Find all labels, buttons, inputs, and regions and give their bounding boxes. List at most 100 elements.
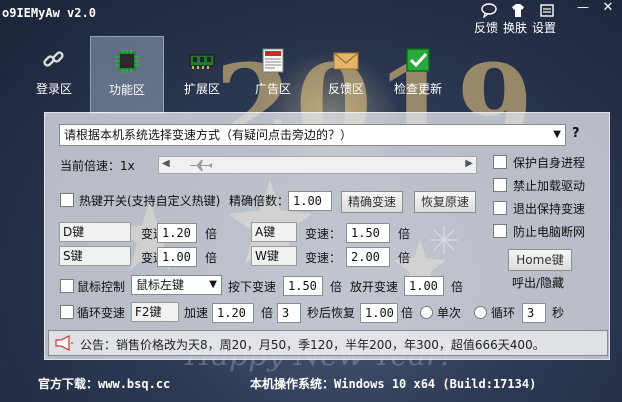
d-key-field[interactable]: D键 [59,222,131,242]
slider-left-arrow[interactable]: ◀ [162,158,170,169]
link-icon [43,51,64,67]
hotkey-toggle-checkbox[interactable] [60,193,74,207]
loop-speed-label: 循环变速 [77,306,126,320]
option-label: 防止电脑断网 [513,225,586,239]
home-key-caption: 呼出/隐藏 [512,276,565,290]
a-key-speed-label: 变速： [305,227,342,241]
accel-input[interactable]: 1.20 [212,303,254,323]
mouse-control-checkbox[interactable] [60,279,74,293]
press-speed-input[interactable]: 1.50 [283,276,323,296]
settings-action[interactable]: 设置 [532,2,563,36]
notice-text: 公告：销售价格改为天8，周20，月50，季120，半年200，年300，超值66… [80,338,545,352]
precise-multiplier-label: 精确倍数： [229,194,290,208]
skin-action[interactable]: 换肤 [503,2,534,36]
speed-mode-select[interactable]: 请根据本机系统选择变速方式（有疑问点击旁边的？） ▼ [59,124,566,146]
restore-value-input[interactable]: 1.00 [360,303,398,323]
loop-interval-input[interactable]: 3 [522,303,546,323]
minimize-button[interactable]: — [572,0,594,18]
chevron-down-icon: ▼ [553,129,561,140]
release-speed-label: 放开变速 [350,280,399,294]
os-value: Windows 10 x64 (Build:17134) [334,377,537,391]
tab-extensions[interactable]: 扩展区 [165,36,239,114]
d-key-unit: 倍 [205,227,218,241]
current-speed-label: 当前倍速：1x [60,159,135,173]
tab-label: 反馈区 [327,82,364,96]
checkbox[interactable] [493,224,507,238]
skin-icon [512,4,524,17]
help-button[interactable]: ? [572,126,580,141]
restore-unit: 倍 [401,306,414,320]
option-label: 禁止加载驱动 [513,179,586,193]
press-speed-unit: 倍 [330,280,343,294]
once-label: 单次 [437,306,462,320]
skin-label: 换肤 [503,21,528,35]
s-key-speed-input[interactable]: 1.00 [157,247,197,267]
checkbox[interactable] [493,155,507,169]
airplane-icon[interactable] [189,159,213,172]
close-button[interactable]: ✕ [597,0,619,18]
tab-label: 扩展区 [183,82,220,96]
settings-label: 设置 [532,21,557,35]
notice-bar: 公告：销售价格改为天8，周20，月50，季120，半年200，年300，超值66… [48,330,608,356]
tab-label: 功能区 [108,83,145,97]
once-radio[interactable] [420,306,433,319]
tab-functions[interactable]: 功能区 [90,36,164,114]
option-label: 保护自身进程 [513,156,586,170]
window-title: o9IEMyAw v2.0 [2,6,96,20]
speed-slider[interactable]: ◀ ▶ [158,156,477,174]
feedback-label: 反馈 [474,21,499,35]
precise-multiplier-input[interactable]: 1.00 [288,191,332,211]
loop-radio[interactable] [474,306,487,319]
option-label: 退出保持变速 [513,202,586,216]
press-speed-label: 按下变速 [228,280,277,294]
tab-login[interactable]: 登录区 [17,36,91,114]
slider-right-arrow[interactable]: ▶ [465,158,473,169]
speed-mode-value: 请根据本机系统选择变速方式（有疑问点击旁边的？） [64,128,353,142]
accel-unit: 倍 [261,306,274,320]
home-key-button[interactable]: Home键 [508,249,572,271]
tab-feedback[interactable]: 反馈区 [309,36,383,114]
tab-ads[interactable]: 广告区 [236,36,310,114]
loop-label: 循环 [491,306,516,320]
tab-check-update[interactable]: 检查更新 [381,36,455,114]
w-key-unit: 倍 [398,251,411,265]
mouse-button-value: 鼠标左键 [136,278,185,292]
memory-icon [189,54,215,69]
s-key-unit: 倍 [205,251,218,265]
accel-label: 加速 [184,306,209,320]
checkmark-icon [406,48,430,72]
hotkey-toggle-label: 热键开关(支持自定义热键) [79,194,221,208]
loop-key-field[interactable]: F2键 [131,302,179,322]
w-key-speed-label: 变速： [305,251,342,265]
loop-speed-checkbox[interactable] [60,305,74,319]
release-speed-unit: 倍 [451,280,464,294]
release-speed-input[interactable]: 1.00 [404,276,444,296]
w-key-speed-input[interactable]: 2.00 [346,247,390,267]
settings-icon [540,4,554,17]
tab-label: 登录区 [35,82,72,96]
precise-speed-button[interactable]: 精确变速 [341,191,403,213]
d-key-speed-input[interactable]: 1.20 [157,223,197,243]
seconds-input[interactable]: 3 [277,303,301,323]
loop-interval-unit: 秒 [552,306,565,320]
download-link[interactable]: www.bsq.cc [98,377,170,391]
envelope-icon [333,52,359,70]
w-key-field[interactable]: W键 [251,246,297,266]
newspaper-icon [262,48,284,73]
s-key-field[interactable]: S键 [59,246,131,266]
chevron-down-icon: ▼ [209,279,217,290]
checkbox[interactable] [493,178,507,192]
footer-download: 官方下载：www.bsq.cc [38,375,170,392]
restore-speed-button[interactable]: 恢复原速 [414,191,476,213]
title-actions: 反馈 换肤 设置 [474,2,567,36]
restore-after-label: 秒后恢复 [307,306,356,320]
megaphone-icon [55,335,73,351]
checkbox[interactable] [493,201,507,215]
a-key-speed-input[interactable]: 1.50 [346,223,390,243]
mouse-button-select[interactable]: 鼠标左键 ▼ [131,275,222,295]
download-label: 官方下载： [38,377,99,391]
footer-os: 本机操作系统：Windows 10 x64 (Build:17134) [250,375,536,392]
feedback-action[interactable]: 反馈 [474,2,505,36]
tab-label: 广告区 [254,82,291,96]
a-key-field[interactable]: A键 [251,222,297,242]
